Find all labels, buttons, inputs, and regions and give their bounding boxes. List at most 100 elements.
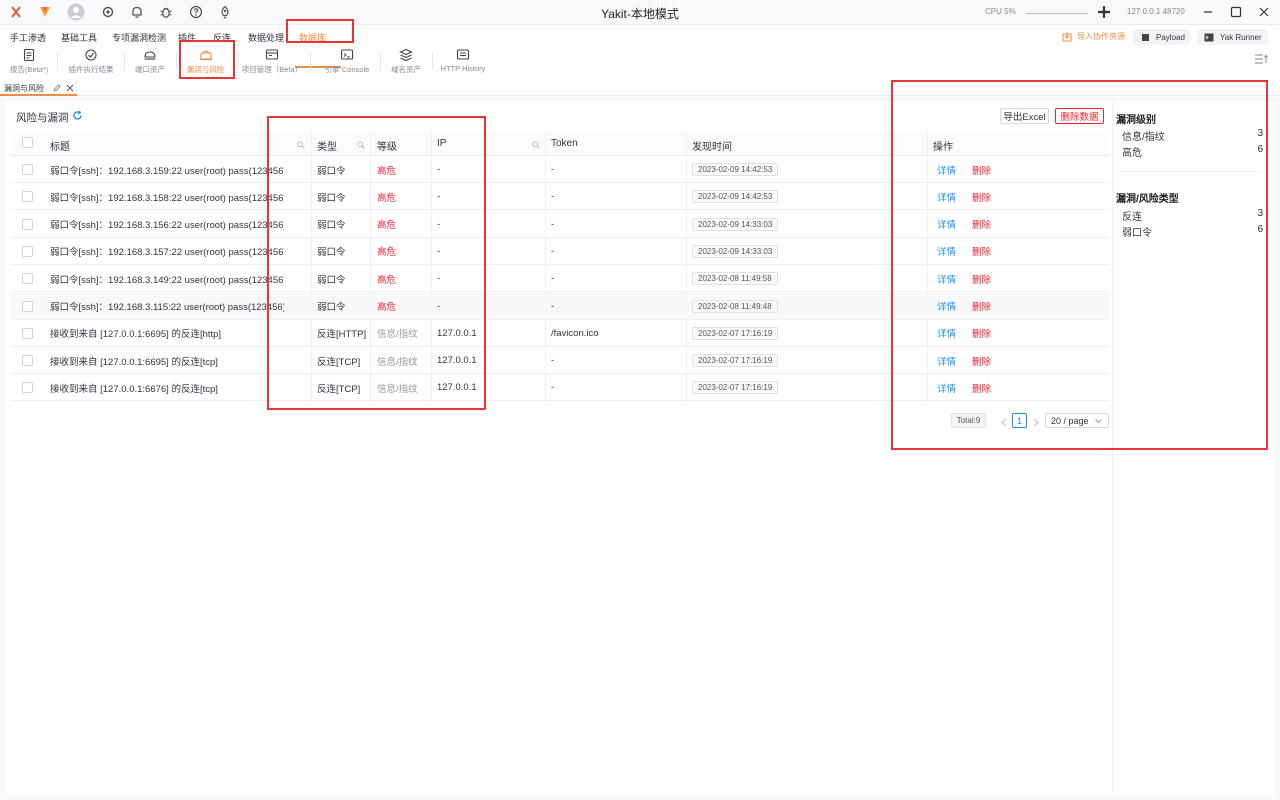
export-excel-button[interactable]: 导出Excel	[1000, 108, 1049, 124]
search-icon[interactable]	[532, 138, 540, 152]
next-page-icon[interactable]	[1032, 416, 1040, 430]
search-icon[interactable]	[297, 138, 305, 152]
avatar[interactable]	[67, 3, 85, 21]
row-detail-link[interactable]: 详情	[937, 381, 956, 395]
stats-type-name[interactable]: 反连	[1122, 208, 1142, 223]
yakit-logo-icon[interactable]	[8, 4, 24, 20]
table-row[interactable]: 接收到来自 [127.0.0.1:6695] 的反连[tcp] 反连[TCP] 信息…	[11, 347, 1109, 375]
row-checkbox[interactable]	[22, 293, 42, 320]
payload-button[interactable]: Payload	[1133, 29, 1191, 45]
close-icon[interactable]	[66, 84, 74, 92]
stats-level-name[interactable]: 高危	[1122, 144, 1142, 159]
close-window-icon[interactable]	[1256, 4, 1272, 20]
row-title[interactable]: 接收到来自 [127.0.0.1:6676] 的反连[tcp]	[50, 374, 284, 401]
tool-plugin-results[interactable]: 插件执行结果	[66, 48, 116, 76]
row-delete-link[interactable]: 删除	[972, 163, 991, 177]
stats-type-title: 漏洞/风险类型	[1116, 194, 1179, 205]
row-title[interactable]: 弱口令[ssh]：192.168.3.159:22 user(root) pas…	[50, 156, 284, 183]
row-title[interactable]: 接收到来自 [127.0.0.1:6695] 的反连[tcp]	[50, 347, 284, 374]
row-checkbox[interactable]	[22, 265, 42, 292]
table-row[interactable]: 接收到来自 [127.0.0.1:6695] 的反连[http] 反连[HTTP]…	[11, 320, 1109, 347]
page-size-select[interactable]: 20 / page	[1045, 413, 1109, 428]
bug-icon[interactable]	[158, 4, 174, 20]
console-icon	[340, 49, 354, 60]
row-delete-link[interactable]: 删除	[972, 244, 991, 258]
gear-icon[interactable]	[100, 4, 116, 20]
collapse-toolbar-icon[interactable]	[1254, 53, 1268, 68]
row-checkbox[interactable]	[22, 347, 42, 374]
row-checkbox[interactable]	[22, 156, 42, 183]
search-icon[interactable]	[357, 138, 365, 152]
table-row[interactable]: 弱口令[ssh]：192.168.3.159:22 user(root) pas…	[11, 156, 1109, 183]
menu-basic-tools[interactable]: 基础工具	[61, 31, 97, 44]
maximize-icon[interactable]	[1228, 4, 1244, 20]
bell-icon[interactable]	[129, 4, 145, 20]
minimize-icon[interactable]	[1200, 4, 1216, 20]
row-title[interactable]: 接收到来自 [127.0.0.1:6695] 的反连[http]	[50, 320, 284, 347]
page-number-current[interactable]: 1	[1012, 413, 1027, 428]
row-detail-link[interactable]: 详情	[937, 163, 956, 177]
row-checkbox[interactable]	[22, 374, 42, 401]
row-checkbox[interactable]	[22, 320, 42, 347]
select-all-checkbox[interactable]	[22, 137, 33, 148]
row-detail-link[interactable]: 详情	[937, 354, 956, 368]
menu-plugins[interactable]: 插件	[178, 31, 196, 44]
vulinbox-icon[interactable]	[37, 4, 53, 20]
row-checkbox[interactable]	[22, 211, 42, 238]
tool-engine-console[interactable]: 引擎 Console	[322, 48, 372, 76]
row-detail-link[interactable]: 详情	[937, 326, 956, 340]
row-delete-link[interactable]: 删除	[972, 190, 991, 204]
row-delete-link[interactable]: 删除	[972, 217, 991, 231]
toolbar-divider	[124, 52, 125, 70]
table-row[interactable]: 弱口令[ssh]：192.168.3.157:22 user(root) pas…	[11, 238, 1109, 265]
engine-status-icon[interactable]	[1096, 4, 1112, 20]
col-header-title: 标题	[50, 142, 70, 153]
rocket-icon[interactable]	[217, 4, 233, 20]
history-icon	[456, 49, 470, 60]
yak-runner-button[interactable]: Yak Runner	[1197, 29, 1268, 45]
menu-data-processing[interactable]: 数据处理	[248, 31, 284, 44]
stats-level-name[interactable]: 信息/指纹	[1122, 128, 1165, 143]
menu-manual-pentest[interactable]: 手工渗透	[10, 31, 46, 44]
table-row[interactable]: 接收到来自 [127.0.0.1:6676] 的反连[tcp] 反连[TCP] 信息…	[11, 374, 1109, 402]
row-title[interactable]: 弱口令[ssh]：192.168.3.149:22 user(root) pas…	[50, 265, 284, 292]
table-row[interactable]: 弱口令[ssh]：192.168.3.115:22 user(root) pas…	[11, 292, 1109, 320]
delete-data-button[interactable]: 删除数据	[1055, 108, 1104, 124]
tool-domain-assets[interactable]: 域名资产	[386, 48, 426, 76]
tool-vulns-risks[interactable]: 漏洞与风险	[183, 48, 228, 76]
table-row[interactable]: 弱口令[ssh]：192.168.3.149:22 user(root) pas…	[11, 265, 1109, 293]
row-delete-link[interactable]: 删除	[972, 299, 991, 313]
row-detail-link[interactable]: 详情	[937, 190, 956, 204]
stats-type-name[interactable]: 弱口令	[1122, 224, 1152, 239]
row-title[interactable]: 弱口令[ssh]：192.168.3.156:22 user(root) pas…	[50, 211, 284, 238]
row-checkbox[interactable]	[22, 183, 42, 210]
row-detail-link[interactable]: 详情	[937, 299, 956, 313]
chevron-down-icon	[1095, 419, 1102, 424]
row-delete-link[interactable]: 删除	[972, 381, 991, 395]
table-row[interactable]: 弱口令[ssh]：192.168.3.156:22 user(root) pas…	[11, 211, 1109, 238]
row-checkbox[interactable]	[22, 238, 42, 265]
menu-vuln-detection[interactable]: 专项漏洞检测	[112, 31, 166, 44]
tool-http-history[interactable]: HTTP History	[440, 48, 486, 76]
menu-database[interactable]: 数据库	[299, 31, 326, 44]
row-detail-link[interactable]: 详情	[937, 217, 956, 231]
import-resources-button[interactable]: 导入协作资源	[1062, 31, 1125, 42]
tool-project-management[interactable]: 项目管理（Beta）	[242, 48, 302, 76]
row-title[interactable]: 弱口令[ssh]：192.168.3.158:22 user(root) pas…	[50, 183, 284, 210]
prev-page-icon[interactable]	[1000, 416, 1008, 430]
refresh-icon[interactable]	[72, 110, 83, 124]
table-row[interactable]: 弱口令[ssh]：192.168.3.158:22 user(root) pas…	[11, 183, 1109, 211]
row-delete-link[interactable]: 删除	[972, 272, 991, 286]
row-detail-link[interactable]: 详情	[937, 272, 956, 286]
row-delete-link[interactable]: 删除	[972, 326, 991, 340]
edit-icon[interactable]	[53, 84, 61, 92]
tool-report[interactable]: 报告(Beta*)	[9, 48, 49, 76]
tool-port-assets[interactable]: 端口资产	[130, 48, 170, 76]
help-icon[interactable]	[188, 4, 204, 20]
menu-reverse[interactable]: 反连	[213, 31, 231, 44]
row-delete-link[interactable]: 删除	[972, 354, 991, 368]
toolbar-divider	[380, 52, 381, 70]
row-detail-link[interactable]: 详情	[937, 244, 956, 258]
row-title[interactable]: 弱口令[ssh]：192.168.3.157:22 user(root) pas…	[50, 238, 284, 265]
row-title[interactable]: 弱口令[ssh]：192.168.3.115:22 user(root) pas…	[50, 293, 284, 320]
